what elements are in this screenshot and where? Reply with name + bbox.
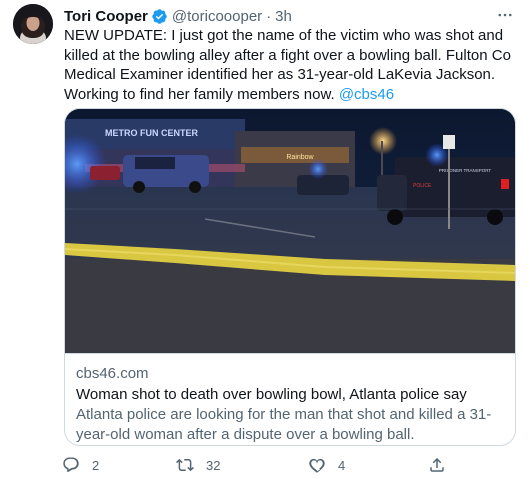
like-button[interactable]: 4 [308,456,345,474]
van-text: PRISONER TRANSPORT [439,168,492,173]
reply-icon [63,457,79,473]
retweet-icon [176,458,194,472]
avatar-photo [13,4,53,44]
store-sign: Rainbow [286,154,314,161]
author-handle[interactable]: @toricoooper [172,8,262,25]
separator-dot: · [266,7,272,25]
avatar[interactable] [13,4,53,44]
metro-fun-center-sign: METRO FUN CENTER [105,128,198,138]
link-card[interactable]: Rainbow METRO FUN CENTER PRISONER TRANSP… [64,108,516,446]
display-name[interactable]: Tori Cooper [64,8,148,25]
more-icon[interactable] [494,4,516,26]
like-count: 4 [338,457,346,473]
tweet-text: NEW UPDATE: I just got the name of the v… [64,26,520,105]
retweet-count: 32 [206,457,221,473]
heart-icon [309,458,325,473]
card-description: Atlanta police are looking for the man t… [76,406,492,443]
tweet[interactable]: Tori Cooper @toricoooper · 3h NEW UPDATE… [0,0,530,479]
share-button[interactable] [428,456,446,474]
card-image: Rainbow METRO FUN CENTER PRISONER TRANSP… [65,109,515,353]
card-body: cbs46.com Woman shot to death over bowli… [65,353,515,445]
tweet-text-main: NEW UPDATE: I just got the name of the v… [64,27,511,104]
card-photo: Rainbow METRO FUN CENTER PRISONER TRANSP… [65,109,515,353]
reply-count: 2 [92,457,100,473]
tweet-header: Tori Cooper @toricoooper · 3h [64,6,516,26]
timestamp[interactable]: 3h [275,8,292,25]
mention-link[interactable]: @cbs46 [339,86,394,103]
card-domain: cbs46.com [76,365,149,382]
van-label: POLICE [413,183,432,189]
verified-badge-icon [151,8,168,25]
action-bar: 2 32 4 [58,456,458,476]
card-title[interactable]: Woman shot to death over bowling bowl, A… [76,385,506,405]
reply-button[interactable]: 2 [62,456,99,474]
retweet-button[interactable]: 32 [176,456,220,474]
share-icon [430,457,444,472]
